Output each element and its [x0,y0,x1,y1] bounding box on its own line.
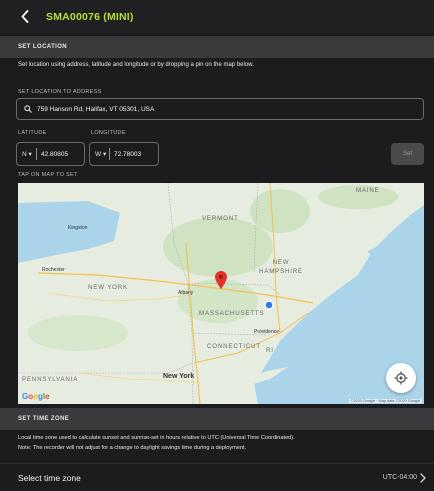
set-location-description: Set location using address, latitude and… [18,62,254,68]
google-logo: Google [22,392,50,401]
map-city-rochester: Rochester [42,267,65,273]
time-zone-description-line2: Note: The recorder will not adjust for a… [18,445,247,451]
longitude-value: 72.78003 [114,150,142,158]
time-zone-value: UTC-04:00 [382,472,426,483]
back-button[interactable] [10,0,40,33]
map-view[interactable]: MAINE VERMONT NEW HAMPSHIRE NEW YORK MAS… [18,183,424,404]
longitude-direction-select[interactable]: W ▾ [90,150,109,158]
address-field[interactable]: 759 Hanson Rd, Halifax, VT 05301, USA [16,98,424,120]
chevron-left-icon [21,10,29,23]
time-zone-description: Local time zone used to calculate sunset… [18,433,295,453]
address-label: SET LOCATION TO ADDRESS [18,89,102,95]
page-title: SMA00076 (MINI) [46,10,134,23]
set-button[interactable]: Set [391,143,424,165]
map-label-maine: MAINE [356,187,380,194]
map-label: TAP ON MAP TO SET [18,172,78,178]
map-city-new-york: New York [163,373,195,380]
current-location-dot-icon [264,300,274,310]
time-zone-description-line1: Local time zone used to calculate sunset… [18,435,295,441]
top-bar: SMA00076 (MINI) [0,0,434,33]
time-zone-selected: UTC-04:00 [382,474,417,481]
chevron-right-icon [420,472,426,483]
set-location-header: SET LOCATION [0,36,434,58]
longitude-label: LONGITUDE [91,130,126,136]
map-label-ri: RI [266,347,274,354]
latitude-direction-select[interactable]: N ▾ [17,150,36,158]
recenter-location-button[interactable] [386,363,416,393]
map-attribution[interactable]: ©2020 Google · Map data ©2020 Google [348,399,422,403]
set-time-zone-header: SET TIME ZONE [0,408,434,430]
map-label-new-hampshire: NEW HAMPSHIRE [259,259,303,275]
divider [109,148,110,160]
latitude-value: 42.80805 [41,150,69,158]
map-label-vermont: VERMONT [202,215,239,222]
latitude-label: LATITUDE [18,130,47,136]
map-label-pennsylvania: PENNSYLVANIA [22,376,79,383]
location-pin-icon[interactable] [215,271,227,289]
map-label-new-york: NEW YORK [88,284,128,291]
map-city-kingston: Kingston [68,225,88,231]
crosshair-icon [394,371,408,385]
map-city-providence: Providence [254,329,280,335]
select-time-zone-label: Select time zone [18,472,81,483]
select-time-zone-row[interactable]: Select time zone UTC-04:00 [0,463,434,491]
map-label-connecticut: CONNECTICUT [207,343,261,350]
search-icon [24,105,32,113]
map-city-albany: Albany [178,290,194,296]
map-label-massachusetts: MASSACHUSETTS [199,310,265,317]
longitude-field[interactable]: W ▾ 72.78003 [89,142,159,166]
address-value: 759 Hanson Rd, Halifax, VT 05301, USA [37,105,155,113]
divider [36,148,37,160]
latitude-field[interactable]: N ▾ 42.80805 [16,142,85,166]
